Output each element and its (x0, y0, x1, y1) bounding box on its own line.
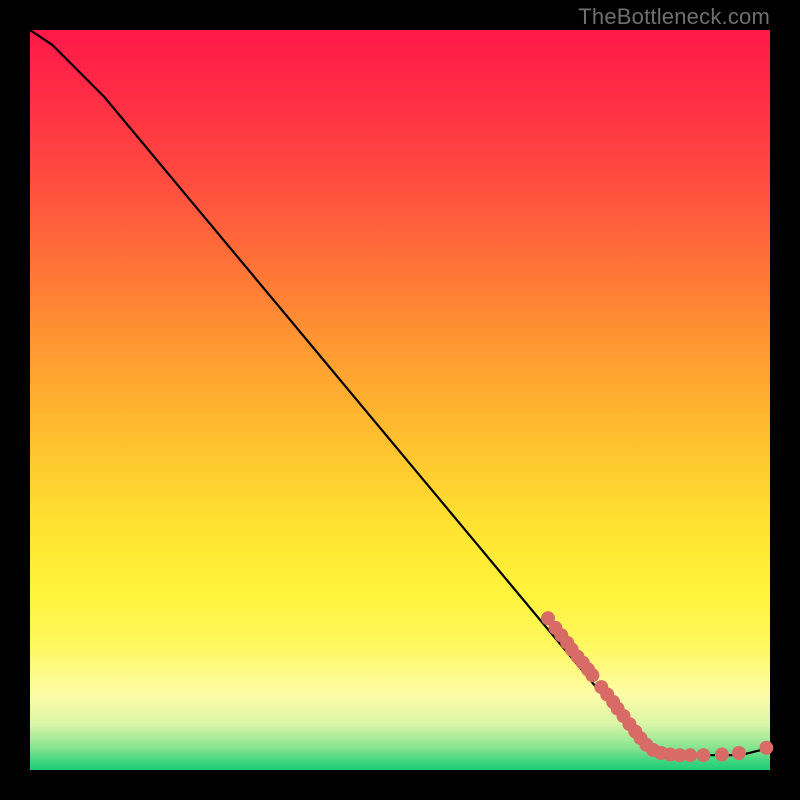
data-marker (683, 748, 697, 762)
chart-svg (30, 30, 770, 770)
watermark-label: TheBottleneck.com (578, 4, 770, 30)
plot-area (30, 30, 770, 770)
marker-group (541, 611, 773, 762)
chart-stage: TheBottleneck.com (0, 0, 800, 800)
data-marker (715, 748, 729, 762)
data-marker (759, 741, 773, 755)
data-marker (732, 746, 746, 760)
data-marker (696, 748, 710, 762)
data-marker (585, 668, 599, 682)
bottleneck-curve (30, 30, 770, 755)
